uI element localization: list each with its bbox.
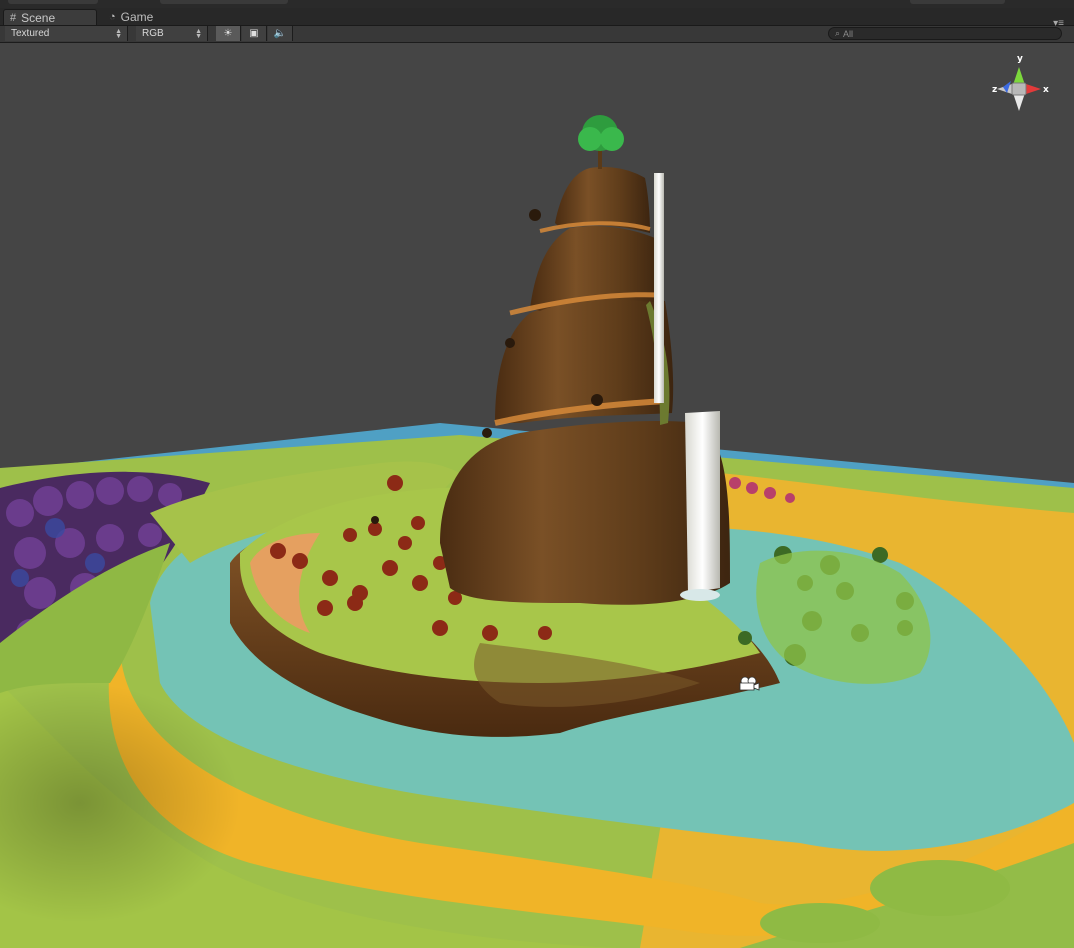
tab-label: Game xyxy=(120,10,154,24)
scene-viewport[interactable]: y x z xyxy=(0,43,1074,948)
gizmo-neg-y-axis xyxy=(1013,93,1025,111)
toolbar-stub xyxy=(160,0,288,4)
gizmo-z-label: z xyxy=(992,85,997,95)
toolbar-stub xyxy=(8,0,98,4)
gizmo-x-label: x xyxy=(1043,85,1049,95)
waterfall-pool xyxy=(680,589,720,601)
waterfall-upper xyxy=(654,173,664,403)
gizmo-y-axis xyxy=(1013,67,1025,85)
dropdown-arrows-icon: ▲ ▼ xyxy=(115,27,122,40)
tab-scene[interactable]: # Scene xyxy=(3,9,97,25)
grid-icon: # xyxy=(10,11,17,24)
window-top-strip xyxy=(0,0,1074,8)
tab-label: Scene xyxy=(21,10,56,25)
grass-patch xyxy=(760,903,880,943)
search-icon: ⌕ xyxy=(835,28,841,38)
grass-patch xyxy=(870,860,1010,916)
toolbar-stub xyxy=(910,0,1005,4)
tab-bar: # Scene ◔ Game ▾≡ xyxy=(0,8,1074,29)
dropdown-arrows-icon: ▲ ▼ xyxy=(195,27,202,40)
color-mode-dropdown[interactable]: RGB ▲ ▼ xyxy=(136,26,208,41)
search-placeholder: All xyxy=(843,28,854,39)
scene-overlay-toggle[interactable]: ▣ xyxy=(242,26,267,41)
sun-icon: ☀ xyxy=(223,28,233,39)
waterfall-lower xyxy=(685,411,720,593)
render-mode-dropdown[interactable]: Textured ▲ ▼ xyxy=(5,26,128,41)
scene-lighting-toggle[interactable]: ☀ xyxy=(216,26,241,41)
scene-audio-toggle[interactable]: 🔈 xyxy=(268,26,293,41)
summit-tree xyxy=(578,115,624,169)
image-icon: ▣ xyxy=(249,28,259,39)
tab-game[interactable]: ◔ Game xyxy=(103,9,173,25)
terrain-scene: y x z xyxy=(0,54,1074,948)
speaker-icon: 🔈 xyxy=(273,28,287,39)
hierarchy-search-input[interactable]: ⌕ All xyxy=(828,27,1062,40)
render-mode-value: Textured xyxy=(11,28,50,39)
gizmo-y-label: y xyxy=(1017,54,1023,64)
pacman-icon: ◔ xyxy=(109,11,116,23)
scene-orientation-gizmo: y x z xyxy=(992,54,1049,111)
scene-toolbar: Textured ▲ ▼ RGB ▲ ▼ ☀ ▣ 🔈 ⌕ All xyxy=(0,26,1074,43)
color-mode-value: RGB xyxy=(142,28,164,39)
